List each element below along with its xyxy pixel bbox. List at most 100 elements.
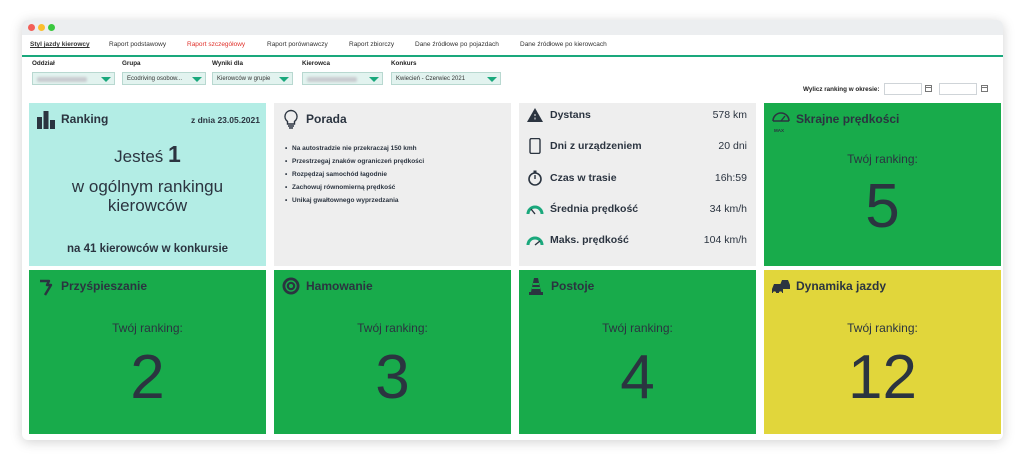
- traffic-cone-icon: [529, 278, 543, 295]
- stat-value: 578 km: [712, 109, 747, 121]
- konkurs-value: Kwiecień - Czerwiec 2021: [396, 76, 466, 82]
- stat-label: Dni z urządzeniem: [550, 140, 642, 152]
- ranking-footer: na 41 kierowców w konkursie: [66, 243, 229, 255]
- calendar-icon[interactable]: [925, 85, 932, 92]
- skrajne-title: Skrajne prędkości: [796, 112, 900, 126]
- tab-raport-porownawczy[interactable]: Raport porównawczy: [267, 41, 328, 48]
- dynamika-title: Dynamika jazdy: [796, 279, 887, 293]
- phone-device-icon: [529, 138, 541, 154]
- ranking-subtitle: Twój ranking:: [602, 321, 673, 335]
- wyniki-label: Wyniki dla: [212, 60, 244, 67]
- ranking-subtitle: Twój ranking:: [847, 152, 918, 166]
- kierowca-label: Kierowca: [302, 60, 330, 67]
- minimize-window-button[interactable]: [38, 24, 45, 31]
- ranking-card: Ranking z dnia 23.05.2021 Jesteś 1 w ogó…: [29, 103, 266, 266]
- stat-value: 20 dni: [718, 140, 747, 152]
- skrajne-card: MAX Skrajne prędkości Twój ranking: 5: [764, 103, 1001, 266]
- cars-icon: [772, 280, 790, 295]
- period-end-input[interactable]: [939, 83, 977, 95]
- stats-card: Dystans 578 km Dni z urządzeniem 20 dni …: [519, 103, 756, 266]
- app-window: Styl jazdy kierowcy Raport podstawowy Ra…: [22, 20, 1003, 440]
- stopwatch-icon: [528, 170, 542, 186]
- oddzial-select[interactable]: [32, 72, 115, 85]
- stat-czas: Czas w trasie 16h:59: [526, 170, 751, 186]
- lightbulb-icon: [284, 109, 298, 129]
- wyniki-value: Kierowców w grupie: [217, 76, 271, 82]
- stat-label: Czas w trasie: [550, 172, 617, 184]
- stat-dystans: Dystans 578 km: [526, 107, 751, 123]
- hamowanie-card: Hamowanie Twój ranking: 3: [274, 270, 511, 434]
- oddzial-label: Oddział: [32, 60, 55, 67]
- report-tabs: Styl jazdy kierowcy Raport podstawowy Ra…: [22, 36, 1003, 57]
- calendar-icon[interactable]: [981, 85, 988, 92]
- postoje-card: Postoje Twój ranking: 4: [519, 270, 756, 434]
- speedometer-max-icon: [772, 112, 790, 122]
- period-label: Wylicz ranking w okresie:: [803, 86, 880, 93]
- tab-dane-pojazdy[interactable]: Dane źródłowe po pojazdach: [415, 41, 499, 48]
- grupa-label: Grupa: [122, 60, 141, 67]
- tab-raport-podstawowy[interactable]: Raport podstawowy: [109, 41, 166, 48]
- ranking-position: 1: [168, 141, 181, 167]
- ranking-subtitle: Twój ranking:: [847, 321, 918, 335]
- ranking-title: Ranking: [61, 112, 109, 126]
- stat-value: 34 km/h: [709, 203, 747, 215]
- title-bar: [22, 20, 1003, 35]
- oddzial-value-redacted: [37, 77, 87, 82]
- bar-chart-icon: [37, 111, 55, 129]
- stat-maks: Maks. prędkość 104 km/h: [526, 232, 751, 248]
- speedometer-max-icon: [526, 236, 544, 246]
- ranking-value: 4: [620, 343, 655, 412]
- stat-label: Dystans: [550, 109, 591, 121]
- tip-item: Rozpędzaj samochód łagodnie: [285, 171, 387, 178]
- chevron-down-icon: [279, 77, 289, 82]
- ranking-value: 5: [865, 172, 900, 241]
- close-window-button[interactable]: [28, 24, 35, 31]
- dynamika-card: Dynamika jazdy Twój ranking: 12: [764, 270, 1001, 434]
- maximize-window-button[interactable]: [48, 24, 55, 31]
- tab-styl-jazdy[interactable]: Styl jazdy kierowcy: [30, 41, 90, 48]
- tip-item: Przestrzegaj znaków ograniczeń prędkości: [285, 158, 424, 165]
- kierowca-value-redacted: [307, 77, 357, 82]
- wyniki-select[interactable]: Kierowców w grupie: [212, 72, 293, 85]
- period-start-input[interactable]: [884, 83, 922, 95]
- ranking-subtitle: Twój ranking:: [357, 321, 428, 335]
- ranking-date: z dnia 23.05.2021: [191, 115, 260, 125]
- chevron-down-icon: [487, 77, 497, 82]
- stat-srednia: Średnia prędkość 34 km/h: [526, 201, 751, 217]
- max-caption: MAX: [774, 128, 784, 133]
- acceleration-icon: [40, 279, 53, 296]
- speedometer-icon: [526, 205, 544, 215]
- ranking-prefix: Jesteś: [114, 147, 164, 166]
- stat-label: Maks. prędkość: [550, 234, 629, 246]
- chevron-down-icon: [192, 77, 202, 82]
- tab-raport-szczegolowy[interactable]: Raport szczegółowy: [187, 41, 245, 48]
- ranking-value: 12: [848, 343, 917, 412]
- ranking-line3: kierowców: [107, 196, 188, 215]
- tip-item: Unikaj gwałtownego wyprzedzania: [285, 197, 399, 204]
- stat-value: 104 km/h: [703, 234, 747, 246]
- przyspieszanie-title: Przyśpieszanie: [61, 279, 148, 293]
- tip-item: Na autostradzie nie przekraczaj 150 kmh: [285, 145, 417, 152]
- stat-dni: Dni z urządzeniem 20 dni: [526, 138, 751, 154]
- ranking-value: 3: [375, 343, 410, 412]
- chevron-down-icon: [369, 77, 379, 82]
- stat-label: Średnia prędkość: [550, 203, 639, 215]
- brake-disc-icon: [282, 277, 300, 295]
- tab-raport-zbiorczy[interactable]: Raport zbiorczy: [349, 41, 394, 48]
- porada-title: Porada: [306, 112, 347, 126]
- grupa-value: Ecodriving osobow...: [127, 76, 183, 82]
- konkurs-select[interactable]: Kwiecień - Czerwiec 2021: [391, 72, 501, 85]
- road-icon: [527, 108, 543, 122]
- kierowca-select[interactable]: [302, 72, 383, 85]
- tab-dane-kierowcy[interactable]: Dane źródłowe po kierowcach: [520, 41, 607, 48]
- grupa-select[interactable]: Ecodriving osobow...: [122, 72, 206, 85]
- ranking-position-line: Jesteś 1: [29, 141, 266, 168]
- ranking-subtitle: Twój ranking:: [112, 321, 183, 335]
- konkurs-label: Konkurs: [391, 60, 417, 67]
- tip-item: Zachowuj równomierną prędkość: [285, 184, 395, 191]
- chevron-down-icon: [101, 77, 111, 82]
- ranking-value: 2: [130, 343, 165, 412]
- stat-value: 16h:59: [714, 172, 747, 184]
- porada-card: Porada Na autostradzie nie przekraczaj 1…: [274, 103, 511, 266]
- postoje-title: Postoje: [551, 279, 595, 293]
